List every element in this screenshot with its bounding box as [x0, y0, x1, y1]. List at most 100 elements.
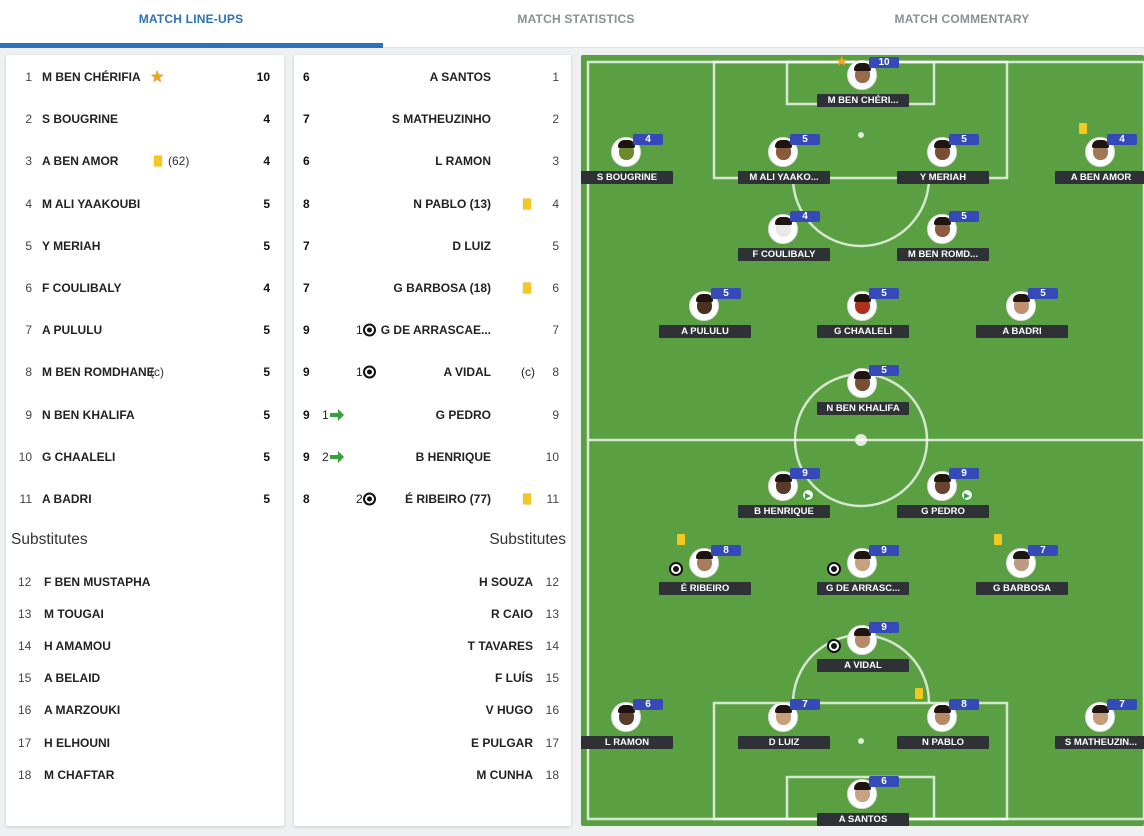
substitute-name[interactable]: E PULGAR	[471, 736, 533, 750]
home-player-row[interactable]: 8 M BEN ROMDHANE 5 (c)	[6, 351, 284, 393]
pitch-player-name[interactable]: D LUIZ	[738, 736, 830, 749]
pitch-player[interactable]: N BEN KHALIFA 5	[817, 365, 909, 428]
substitute-name[interactable]: A MARZOUKI	[44, 703, 120, 717]
player-name[interactable]: N BEN KHALIFA	[42, 408, 135, 422]
player-name[interactable]: G BARBOSA (18)	[393, 281, 491, 295]
away-substitute-row[interactable]: R CAIO 13	[294, 598, 571, 630]
away-player-row[interactable]: 92 B HENRIQUE 10	[294, 436, 571, 478]
substitute-name[interactable]: F LUÍS	[495, 671, 533, 685]
substitute-name[interactable]: H AMAMOU	[44, 639, 111, 653]
home-player-row[interactable]: 1 M BEN CHÉRIFIA 10 ★	[6, 56, 284, 98]
away-player-row[interactable]: 7 D LUIZ 5	[294, 225, 571, 267]
away-player-row[interactable]: 7 S MATHEUZINHO 2	[294, 98, 571, 140]
pitch-player[interactable]: A PULULU 5	[659, 288, 751, 351]
pitch-player[interactable]: A VIDAL 9	[817, 622, 909, 685]
pitch-player[interactable]: É RIBEIRO 8	[659, 534, 751, 608]
player-name[interactable]: A BEN AMOR	[42, 154, 118, 168]
away-substitute-row[interactable]: E PULGAR 17	[294, 727, 571, 759]
pitch-player-name[interactable]: F COULIBALY	[738, 248, 830, 261]
substitute-name[interactable]: H SOUZA	[479, 575, 533, 589]
away-player-row[interactable]: 6 L RAMON 3	[294, 140, 571, 182]
home-player-row[interactable]: 9 N BEN KHALIFA 5	[6, 394, 284, 436]
pitch-player-name[interactable]: G CHAALELI	[817, 325, 909, 338]
pitch-player[interactable]: B HENRIQUE 9	[738, 468, 830, 531]
pitch-player[interactable]: F COULIBALY 4	[738, 211, 830, 274]
away-player-row[interactable]: 7 G BARBOSA (18) 6	[294, 267, 571, 309]
pitch-player[interactable]: L RAMON 6	[581, 699, 673, 762]
player-name[interactable]: G PEDRO	[436, 408, 491, 422]
away-substitute-row[interactable]: H SOUZA 12	[294, 566, 571, 598]
home-substitute-row[interactable]: 13 M TOUGAI	[6, 598, 284, 630]
player-name[interactable]: D LUIZ	[452, 239, 491, 253]
substitute-name[interactable]: M CHAFTAR	[44, 768, 114, 782]
pitch-player[interactable]: A BEN AMOR 4	[1055, 123, 1144, 197]
home-substitute-row[interactable]: 17 H ELHOUNI	[6, 727, 284, 759]
pitch-player-name[interactable]: S BOUGRINE	[581, 171, 673, 184]
home-substitute-row[interactable]: 18 M CHAFTAR	[6, 759, 284, 791]
player-name[interactable]: Y MERIAH	[42, 239, 100, 253]
home-player-row[interactable]: 6 F COULIBALY 4	[6, 267, 284, 309]
away-substitute-row[interactable]: F LUÍS 15	[294, 662, 571, 694]
player-name[interactable]: G DE ARRASCAE...	[381, 323, 491, 337]
pitch-player[interactable]: M ALI YAAKO... 5	[738, 134, 830, 197]
pitch-player-name[interactable]: A BEN AMOR	[1055, 171, 1144, 184]
pitch-player-name[interactable]: A VIDAL	[817, 659, 909, 672]
pitch-player[interactable]: G DE ARRASC... 9	[817, 545, 909, 608]
pitch-player-name[interactable]: B HENRIQUE	[738, 505, 830, 518]
pitch-player[interactable]: G PEDRO 9	[897, 468, 989, 531]
pitch-player-name[interactable]: É RIBEIRO	[659, 582, 751, 595]
substitute-name[interactable]: R CAIO	[491, 607, 533, 621]
away-substitute-row[interactable]: M CUNHA 18	[294, 759, 571, 791]
substitute-name[interactable]: F BEN MUSTAPHA	[44, 575, 150, 589]
away-player-row[interactable]: 91G PEDRO 9	[294, 394, 571, 436]
pitch-player[interactable]: M BEN ROMD... 5	[897, 211, 989, 274]
home-player-row[interactable]: 10 G CHAALELI 5	[6, 436, 284, 478]
home-player-row[interactable]: 7 A PULULU 5	[6, 309, 284, 351]
pitch-player-name[interactable]: G BARBOSA	[976, 582, 1068, 595]
player-name[interactable]: M ALI YAAKOUBI	[42, 197, 140, 211]
away-substitute-row[interactable]: V HUGO 16	[294, 694, 571, 726]
player-name[interactable]: É RIBEIRO (77)	[405, 492, 491, 506]
player-name[interactable]: A BADRI	[42, 492, 92, 506]
player-name[interactable]: A VIDAL	[443, 365, 491, 379]
home-player-row[interactable]: 5 Y MERIAH 5	[6, 225, 284, 267]
player-name[interactable]: M BEN ROMDHANE	[42, 365, 155, 379]
pitch-player-name[interactable]: Y MERIAH	[897, 171, 989, 184]
home-substitute-row[interactable]: 12 F BEN MUSTAPHA	[6, 566, 284, 598]
home-substitute-row[interactable]: 16 A MARZOUKI	[6, 694, 284, 726]
pitch-player-name[interactable]: M BEN CHÉRI...	[817, 94, 909, 107]
substitute-name[interactable]: M TOUGAI	[44, 607, 104, 621]
away-player-row[interactable]: 8 N PABLO (13) 4	[294, 183, 571, 225]
player-name[interactable]: S BOUGRINE	[42, 112, 118, 126]
player-name[interactable]: B HENRIQUE	[416, 450, 491, 464]
pitch-player-name[interactable]: A BADRI	[976, 325, 1068, 338]
home-player-row[interactable]: 4 M ALI YAAKOUBI 5	[6, 183, 284, 225]
pitch-player[interactable]: Y MERIAH 5	[897, 134, 989, 197]
pitch-player[interactable]: D LUIZ 7	[738, 699, 830, 762]
substitute-name[interactable]: H ELHOUNI	[44, 736, 110, 750]
pitch-player-name[interactable]: A SANTOS	[817, 813, 909, 826]
away-player-row[interactable]: 6 A SANTOS 1	[294, 56, 571, 98]
pitch-player[interactable]: A BADRI 5	[976, 288, 1068, 351]
pitch-player[interactable]: N PABLO 8	[897, 688, 989, 762]
home-substitute-row[interactable]: 15 A BELAID	[6, 662, 284, 694]
pitch-player[interactable]: G CHAALELI 5	[817, 288, 909, 351]
pitch-player-name[interactable]: M ALI YAAKO...	[738, 171, 830, 184]
pitch-player-name[interactable]: G PEDRO	[897, 505, 989, 518]
player-name[interactable]: M BEN CHÉRIFIA	[42, 70, 141, 84]
pitch-player-name[interactable]: A PULULU	[659, 325, 751, 338]
home-player-row[interactable]: 11 A BADRI 5	[6, 478, 284, 520]
home-player-row[interactable]: 3 A BEN AMOR 4 (62)	[6, 140, 284, 182]
substitute-name[interactable]: A BELAID	[44, 671, 100, 685]
away-player-row[interactable]: 9 1 A VIDAL (c) 8	[294, 351, 571, 393]
pitch-player-name[interactable]: S MATHEUZIN...	[1055, 736, 1144, 749]
away-player-row[interactable]: 9 1 G DE ARRASCAE... 7	[294, 309, 571, 351]
player-name[interactable]: A PULULU	[42, 323, 102, 337]
substitute-name[interactable]: V HUGO	[486, 703, 533, 717]
pitch-player-name[interactable]: M BEN ROMD...	[897, 248, 989, 261]
player-name[interactable]: G CHAALELI	[42, 450, 115, 464]
pitch-player-name[interactable]: L RAMON	[581, 736, 673, 749]
player-name[interactable]: A SANTOS	[430, 70, 491, 84]
substitute-name[interactable]: T TAVARES	[468, 639, 533, 653]
tab-match-line-ups[interactable]: MATCH LINE-UPS	[0, 0, 382, 48]
